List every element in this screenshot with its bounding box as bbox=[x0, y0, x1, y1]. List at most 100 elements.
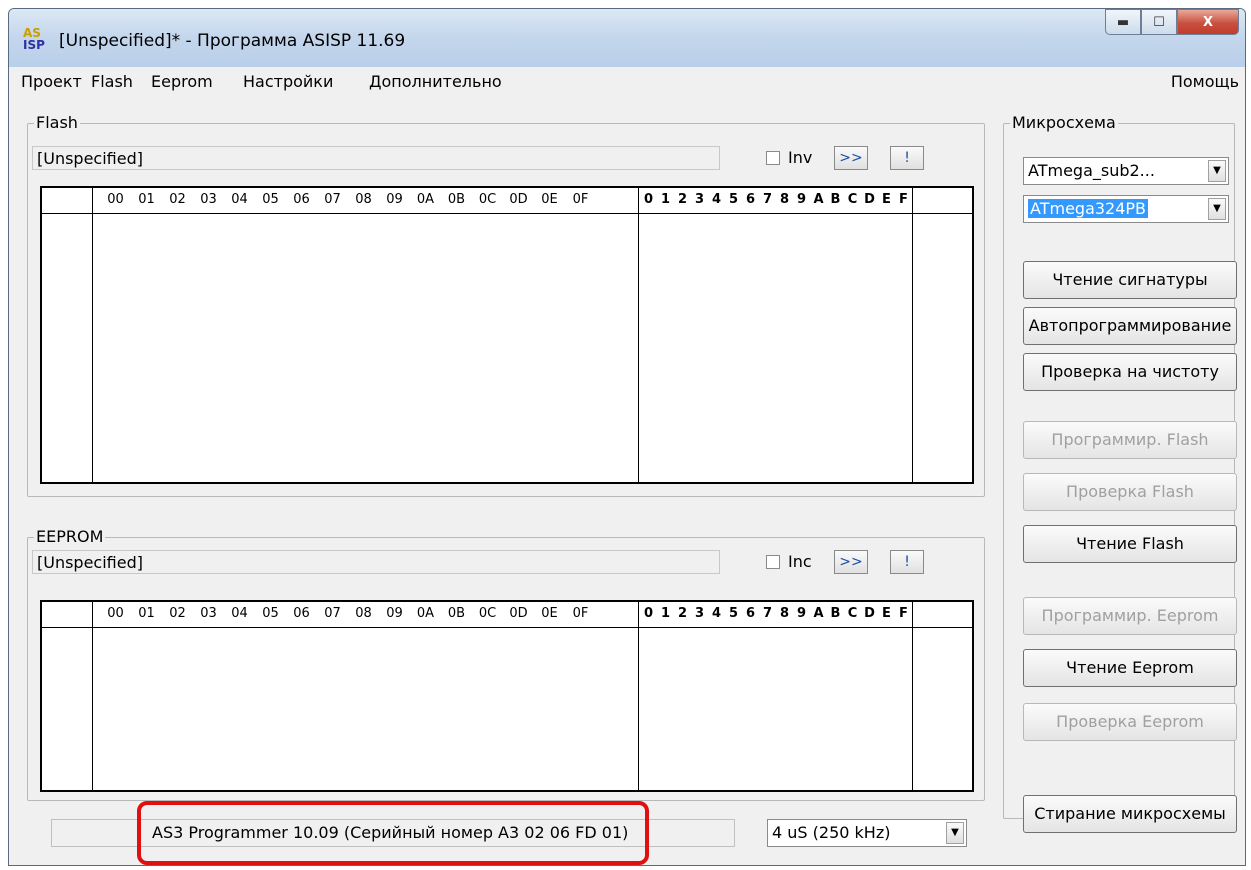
menu-flash[interactable]: Flash bbox=[91, 72, 133, 91]
ascii-col: A bbox=[813, 192, 824, 207]
chevron-down-icon[interactable]: ▼ bbox=[946, 822, 964, 844]
hex-col: 0E bbox=[541, 606, 558, 621]
maximize-button[interactable]: ☐ bbox=[1141, 9, 1177, 35]
inc-label: Inc bbox=[788, 552, 812, 571]
hex-col: 08 bbox=[355, 192, 372, 207]
ascii-col: 0 bbox=[643, 606, 654, 621]
inc-checkbox[interactable] bbox=[766, 555, 780, 569]
chip-family-select[interactable]: ATmega_sub2... ▼ bbox=[1023, 157, 1229, 185]
ascii-col: 3 bbox=[694, 192, 705, 207]
hex-col: 0F bbox=[572, 606, 589, 621]
hex-col: 06 bbox=[293, 192, 310, 207]
chevron-down-icon[interactable]: ▼ bbox=[1208, 160, 1226, 182]
eeprom-file-field: [Unspecified] bbox=[32, 550, 720, 574]
ascii-col: 9 bbox=[796, 192, 807, 207]
grid-header-line bbox=[42, 213, 972, 214]
verify-flash-button[interactable]: Проверка Flash bbox=[1023, 473, 1237, 511]
menu-settings[interactable]: Настройки bbox=[243, 72, 333, 91]
chip-device-select[interactable]: ATmega324PB ▼ bbox=[1023, 195, 1229, 223]
flash-legend: Flash bbox=[34, 113, 80, 132]
app-icon[interactable]: AS ISP bbox=[23, 27, 49, 53]
hex-col: 0C bbox=[478, 606, 497, 621]
eeprom-exclaim-button[interactable]: ! bbox=[890, 550, 924, 574]
hex-col: 0F bbox=[572, 192, 589, 207]
eeprom-ascii-header: 0123456789ABCDEF bbox=[640, 606, 912, 621]
grid-divider bbox=[92, 188, 93, 482]
highlight-frame bbox=[137, 801, 649, 865]
ascii-col: 9 bbox=[796, 606, 807, 621]
window-title: [Unspecified]* - Программа ASISP 11.69 bbox=[59, 31, 406, 51]
menu-project[interactable]: Проект bbox=[21, 72, 82, 91]
hex-col: 0E bbox=[541, 192, 558, 207]
read-signature-button[interactable]: Чтение сигнатуры bbox=[1023, 261, 1237, 299]
ascii-col: 6 bbox=[745, 192, 756, 207]
blank-check-button[interactable]: Проверка на чистоту bbox=[1023, 353, 1237, 391]
hex-col: 08 bbox=[355, 606, 372, 621]
ascii-col: 4 bbox=[711, 192, 722, 207]
menu-help[interactable]: Помощь bbox=[1171, 72, 1239, 91]
grid-divider bbox=[92, 602, 93, 790]
flash-group: Flash [Unspecified] Inv >> ! 00 01 02 03 04 0… bbox=[27, 113, 985, 497]
eeprom-next-button[interactable]: >> bbox=[834, 550, 868, 574]
ascii-col: 8 bbox=[779, 606, 790, 621]
verify-eeprom-button[interactable]: Проверка Eeprom bbox=[1023, 703, 1237, 741]
flash-ascii-header: 0123456789ABCDEF bbox=[640, 192, 912, 207]
main-window: AS ISP [Unspecified]* - Программа ASISP … bbox=[8, 8, 1246, 866]
chip-device-value: ATmega324PB bbox=[1028, 199, 1149, 218]
chip-legend: Микросхема bbox=[1010, 113, 1118, 132]
flash-hex-header: 00 01 02 03 04 05 06 07 08 09 0A 0B 0C 0D 0E 0F bbox=[100, 192, 596, 207]
ascii-col: 1 bbox=[660, 606, 671, 621]
hex-col: 0B bbox=[447, 606, 466, 621]
read-flash-button[interactable]: Чтение Flash bbox=[1023, 525, 1237, 563]
grid-header-line bbox=[42, 627, 972, 628]
ascii-col: D bbox=[864, 606, 875, 621]
hex-col: 07 bbox=[324, 192, 341, 207]
menu-additional[interactable]: Дополнительно bbox=[369, 72, 502, 91]
hex-col: 00 bbox=[107, 192, 124, 207]
hex-col: 05 bbox=[262, 606, 279, 621]
hex-col: 0B bbox=[447, 192, 466, 207]
hex-col: 01 bbox=[138, 606, 155, 621]
ascii-col: 5 bbox=[728, 192, 739, 207]
ascii-col: 5 bbox=[728, 606, 739, 621]
speed-select[interactable]: 4 uS (250 kHz) ▼ bbox=[767, 819, 967, 847]
ascii-col: 2 bbox=[677, 606, 688, 621]
chevron-down-icon[interactable]: ▼ bbox=[1208, 198, 1226, 220]
ascii-col: C bbox=[847, 606, 858, 621]
hex-col: 09 bbox=[386, 606, 403, 621]
flash-exclaim-button[interactable]: ! bbox=[890, 146, 924, 170]
ascii-col: F bbox=[899, 192, 908, 207]
auto-program-button[interactable]: Автопрограммирование bbox=[1023, 307, 1237, 345]
eeprom-hex-grid[interactable]: 00 01 02 03 04 05 06 07 08 09 0A 0B 0C 0D 0E 0F 0123456… bbox=[40, 600, 974, 792]
eeprom-group: EEPROM [Unspecified] Inc >> ! 00 01 02 03 04… bbox=[27, 527, 985, 801]
minimize-button[interactable]: ▬ bbox=[1105, 9, 1141, 35]
menu-bar: Проект Flash Eeprom Настройки Дополнител… bbox=[17, 67, 1239, 95]
ascii-col: C bbox=[847, 192, 858, 207]
ascii-col: 8 bbox=[779, 192, 790, 207]
ascii-col: D bbox=[864, 192, 875, 207]
erase-chip-button[interactable]: Стирание микросхемы bbox=[1023, 795, 1237, 833]
chip-family-value: ATmega_sub2... bbox=[1028, 161, 1155, 180]
grid-divider bbox=[912, 602, 913, 790]
title-bar[interactable]: AS ISP [Unspecified]* - Программа ASISP … bbox=[9, 9, 1245, 67]
grid-divider bbox=[638, 602, 639, 790]
menu-eeprom[interactable]: Eeprom bbox=[151, 72, 213, 91]
flash-hex-grid[interactable]: 00 01 02 03 04 05 06 07 08 09 0A 0B 0C 0D 0E 0F 0123456… bbox=[40, 186, 974, 484]
hex-col: 0A bbox=[416, 606, 435, 621]
ascii-col: 6 bbox=[745, 606, 756, 621]
program-flash-button[interactable]: Программир. Flash bbox=[1023, 421, 1237, 459]
close-button[interactable]: X bbox=[1177, 9, 1239, 35]
ascii-col: F bbox=[899, 606, 908, 621]
inv-checkbox[interactable] bbox=[766, 151, 780, 165]
flash-next-button[interactable]: >> bbox=[834, 146, 868, 170]
grid-divider bbox=[638, 188, 639, 482]
hex-col: 03 bbox=[200, 192, 217, 207]
ascii-col: B bbox=[830, 192, 841, 207]
ascii-col: E bbox=[882, 606, 891, 621]
hex-col: 03 bbox=[200, 606, 217, 621]
ascii-col: A bbox=[813, 606, 824, 621]
read-eeprom-button[interactable]: Чтение Eeprom bbox=[1023, 649, 1237, 687]
ascii-col: 4 bbox=[711, 606, 722, 621]
eeprom-legend: EEPROM bbox=[34, 527, 106, 546]
program-eeprom-button[interactable]: Программир. Eeprom bbox=[1023, 597, 1237, 635]
